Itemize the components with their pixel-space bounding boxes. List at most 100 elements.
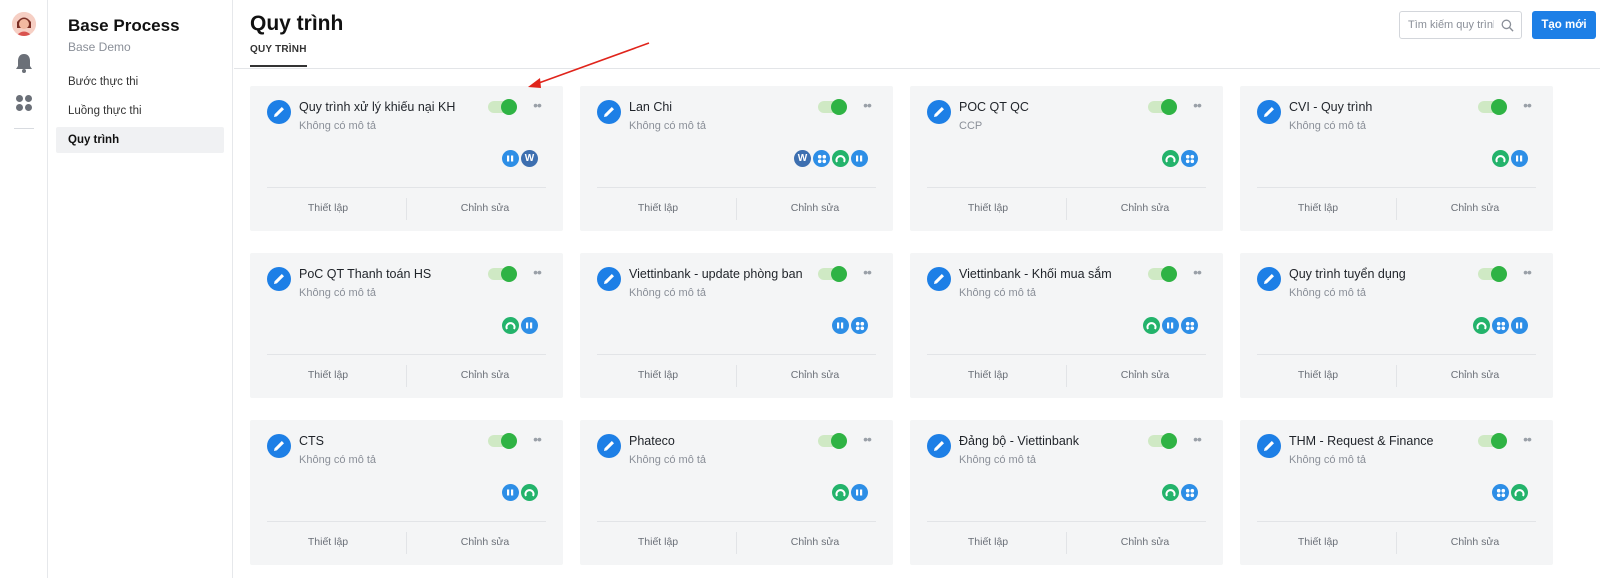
card-actions: Thiết lập Chỉnh sửa <box>910 532 1223 554</box>
more-options-icon[interactable]: •• <box>860 430 874 448</box>
setup-button[interactable]: Thiết lập <box>1240 532 1397 554</box>
more-options-icon[interactable]: •• <box>530 96 544 114</box>
setup-button[interactable]: Thiết lập <box>1240 198 1397 220</box>
more-options-icon[interactable]: •• <box>1520 430 1534 448</box>
edit-button[interactable]: Chỉnh sửa <box>1067 198 1223 220</box>
edit-button[interactable]: Chỉnh sửa <box>1397 532 1553 554</box>
process-enabled-toggle[interactable] <box>1148 99 1177 115</box>
sidebar-item-processes[interactable]: Quy trình <box>56 127 224 153</box>
create-new-button[interactable]: Tạo mới <box>1532 11 1596 39</box>
edit-pencil-icon[interactable] <box>597 100 621 124</box>
more-options-icon[interactable]: •• <box>1520 263 1534 281</box>
edit-pencil-icon[interactable] <box>267 434 291 458</box>
tab-processes[interactable]: QUY TRÌNH <box>250 44 307 67</box>
edit-button[interactable]: Chỉnh sửa <box>407 532 563 554</box>
setup-button[interactable]: Thiết lập <box>910 532 1067 554</box>
edit-pencil-icon[interactable] <box>267 267 291 291</box>
setup-button[interactable]: Thiết lập <box>580 532 737 554</box>
process-name[interactable]: THM - Request & Finance <box>1289 434 1434 448</box>
bar-app-icon <box>521 317 538 334</box>
process-name[interactable]: PoC QT Thanh toán HS <box>299 267 431 281</box>
edit-button[interactable]: Chỉnh sửa <box>737 532 893 554</box>
process-enabled-toggle[interactable] <box>818 266 847 282</box>
process-enabled-toggle[interactable] <box>1148 433 1177 449</box>
edit-button[interactable]: Chỉnh sửa <box>737 365 893 387</box>
edit-pencil-icon[interactable] <box>1257 434 1281 458</box>
process-enabled-toggle[interactable] <box>488 433 517 449</box>
edit-pencil-icon[interactable] <box>927 434 951 458</box>
card-actions: Thiết lập Chỉnh sửa <box>580 198 893 220</box>
setup-button[interactable]: Thiết lập <box>910 365 1067 387</box>
more-options-icon[interactable]: •• <box>860 96 874 114</box>
edit-pencil-icon[interactable] <box>927 100 951 124</box>
search-icon[interactable] <box>1501 19 1514 32</box>
process-name[interactable]: CTS <box>299 434 324 448</box>
linked-apps <box>1162 150 1198 167</box>
process-enabled-toggle[interactable] <box>1148 266 1177 282</box>
more-options-icon[interactable]: •• <box>530 430 544 448</box>
edit-button[interactable]: Chỉnh sửa <box>1067 532 1223 554</box>
ring-app-icon <box>502 317 519 334</box>
setup-button[interactable]: Thiết lập <box>250 532 407 554</box>
edit-button[interactable]: Chỉnh sửa <box>1067 365 1223 387</box>
process-name[interactable]: Đảng bộ - Viettinbank <box>959 434 1079 448</box>
more-options-icon[interactable]: •• <box>1190 96 1204 114</box>
process-description: Không có mô tả <box>629 454 707 466</box>
card-actions: Thiết lập Chỉnh sửa <box>250 532 563 554</box>
sidebar-item-flows[interactable]: Luồng thực thi <box>56 98 224 124</box>
process-name[interactable]: Phateco <box>629 434 675 448</box>
more-options-icon[interactable]: •• <box>1190 430 1204 448</box>
edit-button[interactable]: Chỉnh sửa <box>407 198 563 220</box>
edit-button[interactable]: Chỉnh sửa <box>407 365 563 387</box>
notification-bell-icon[interactable] <box>14 52 34 74</box>
bar-app-icon <box>1162 317 1179 334</box>
edit-pencil-icon[interactable] <box>927 267 951 291</box>
edit-pencil-icon[interactable] <box>597 267 621 291</box>
search-input[interactable] <box>1400 12 1494 38</box>
card-actions: Thiết lập Chỉnh sửa <box>1240 365 1553 387</box>
more-options-icon[interactable]: •• <box>530 263 544 281</box>
setup-button[interactable]: Thiết lập <box>580 365 737 387</box>
process-description: Không có mô tả <box>299 120 377 132</box>
process-enabled-toggle[interactable] <box>818 433 847 449</box>
linked-apps <box>1473 317 1528 334</box>
edit-pencil-icon[interactable] <box>597 434 621 458</box>
process-enabled-toggle[interactable] <box>488 266 517 282</box>
process-enabled-toggle[interactable] <box>1478 99 1507 115</box>
process-card: PoC QT Thanh toán HS Không có mô tả •• Thiế… <box>250 253 563 398</box>
process-name[interactable]: Lan Chi <box>629 100 672 114</box>
process-name[interactable]: POC QT QC <box>959 100 1029 114</box>
edit-pencil-icon[interactable] <box>1257 100 1281 124</box>
process-name[interactable]: Quy trình tuyển dụng <box>1289 267 1406 281</box>
setup-button[interactable]: Thiết lập <box>250 198 407 220</box>
process-name[interactable]: Viettinbank - update phòng ban <box>629 267 803 281</box>
edit-pencil-icon[interactable] <box>267 100 291 124</box>
edit-button[interactable]: Chỉnh sửa <box>1397 365 1553 387</box>
process-enabled-toggle[interactable] <box>1478 266 1507 282</box>
toggle-knob <box>831 433 847 449</box>
process-name[interactable]: CVI - Quy trình <box>1289 100 1372 114</box>
setup-button[interactable]: Thiết lập <box>1240 365 1397 387</box>
user-avatar[interactable] <box>12 12 36 36</box>
process-enabled-toggle[interactable] <box>488 99 517 115</box>
setup-button[interactable]: Thiết lập <box>580 198 737 220</box>
edit-pencil-icon[interactable] <box>1257 267 1281 291</box>
edit-button[interactable]: Chỉnh sửa <box>737 198 893 220</box>
setup-button[interactable]: Thiết lập <box>910 198 1067 220</box>
more-options-icon[interactable]: •• <box>860 263 874 281</box>
more-options-icon[interactable]: •• <box>1520 96 1534 114</box>
process-name[interactable]: Quy trình xử lý khiếu nại KH <box>299 100 455 114</box>
bar-app-icon <box>851 150 868 167</box>
process-description: Không có mô tả <box>299 454 377 466</box>
more-options-icon[interactable]: •• <box>1190 263 1204 281</box>
icon-rail <box>0 0 48 578</box>
apps-grid-icon[interactable] <box>15 94 33 112</box>
bar-app-icon <box>832 317 849 334</box>
edit-button[interactable]: Chỉnh sửa <box>1397 198 1553 220</box>
process-enabled-toggle[interactable] <box>1478 433 1507 449</box>
process-enabled-toggle[interactable] <box>818 99 847 115</box>
sidebar-item-steps[interactable]: Bước thực thi <box>56 69 224 95</box>
setup-button[interactable]: Thiết lập <box>250 365 407 387</box>
process-name[interactable]: Viettinbank - Khối mua sắm <box>959 267 1112 281</box>
card-divider <box>267 354 546 355</box>
